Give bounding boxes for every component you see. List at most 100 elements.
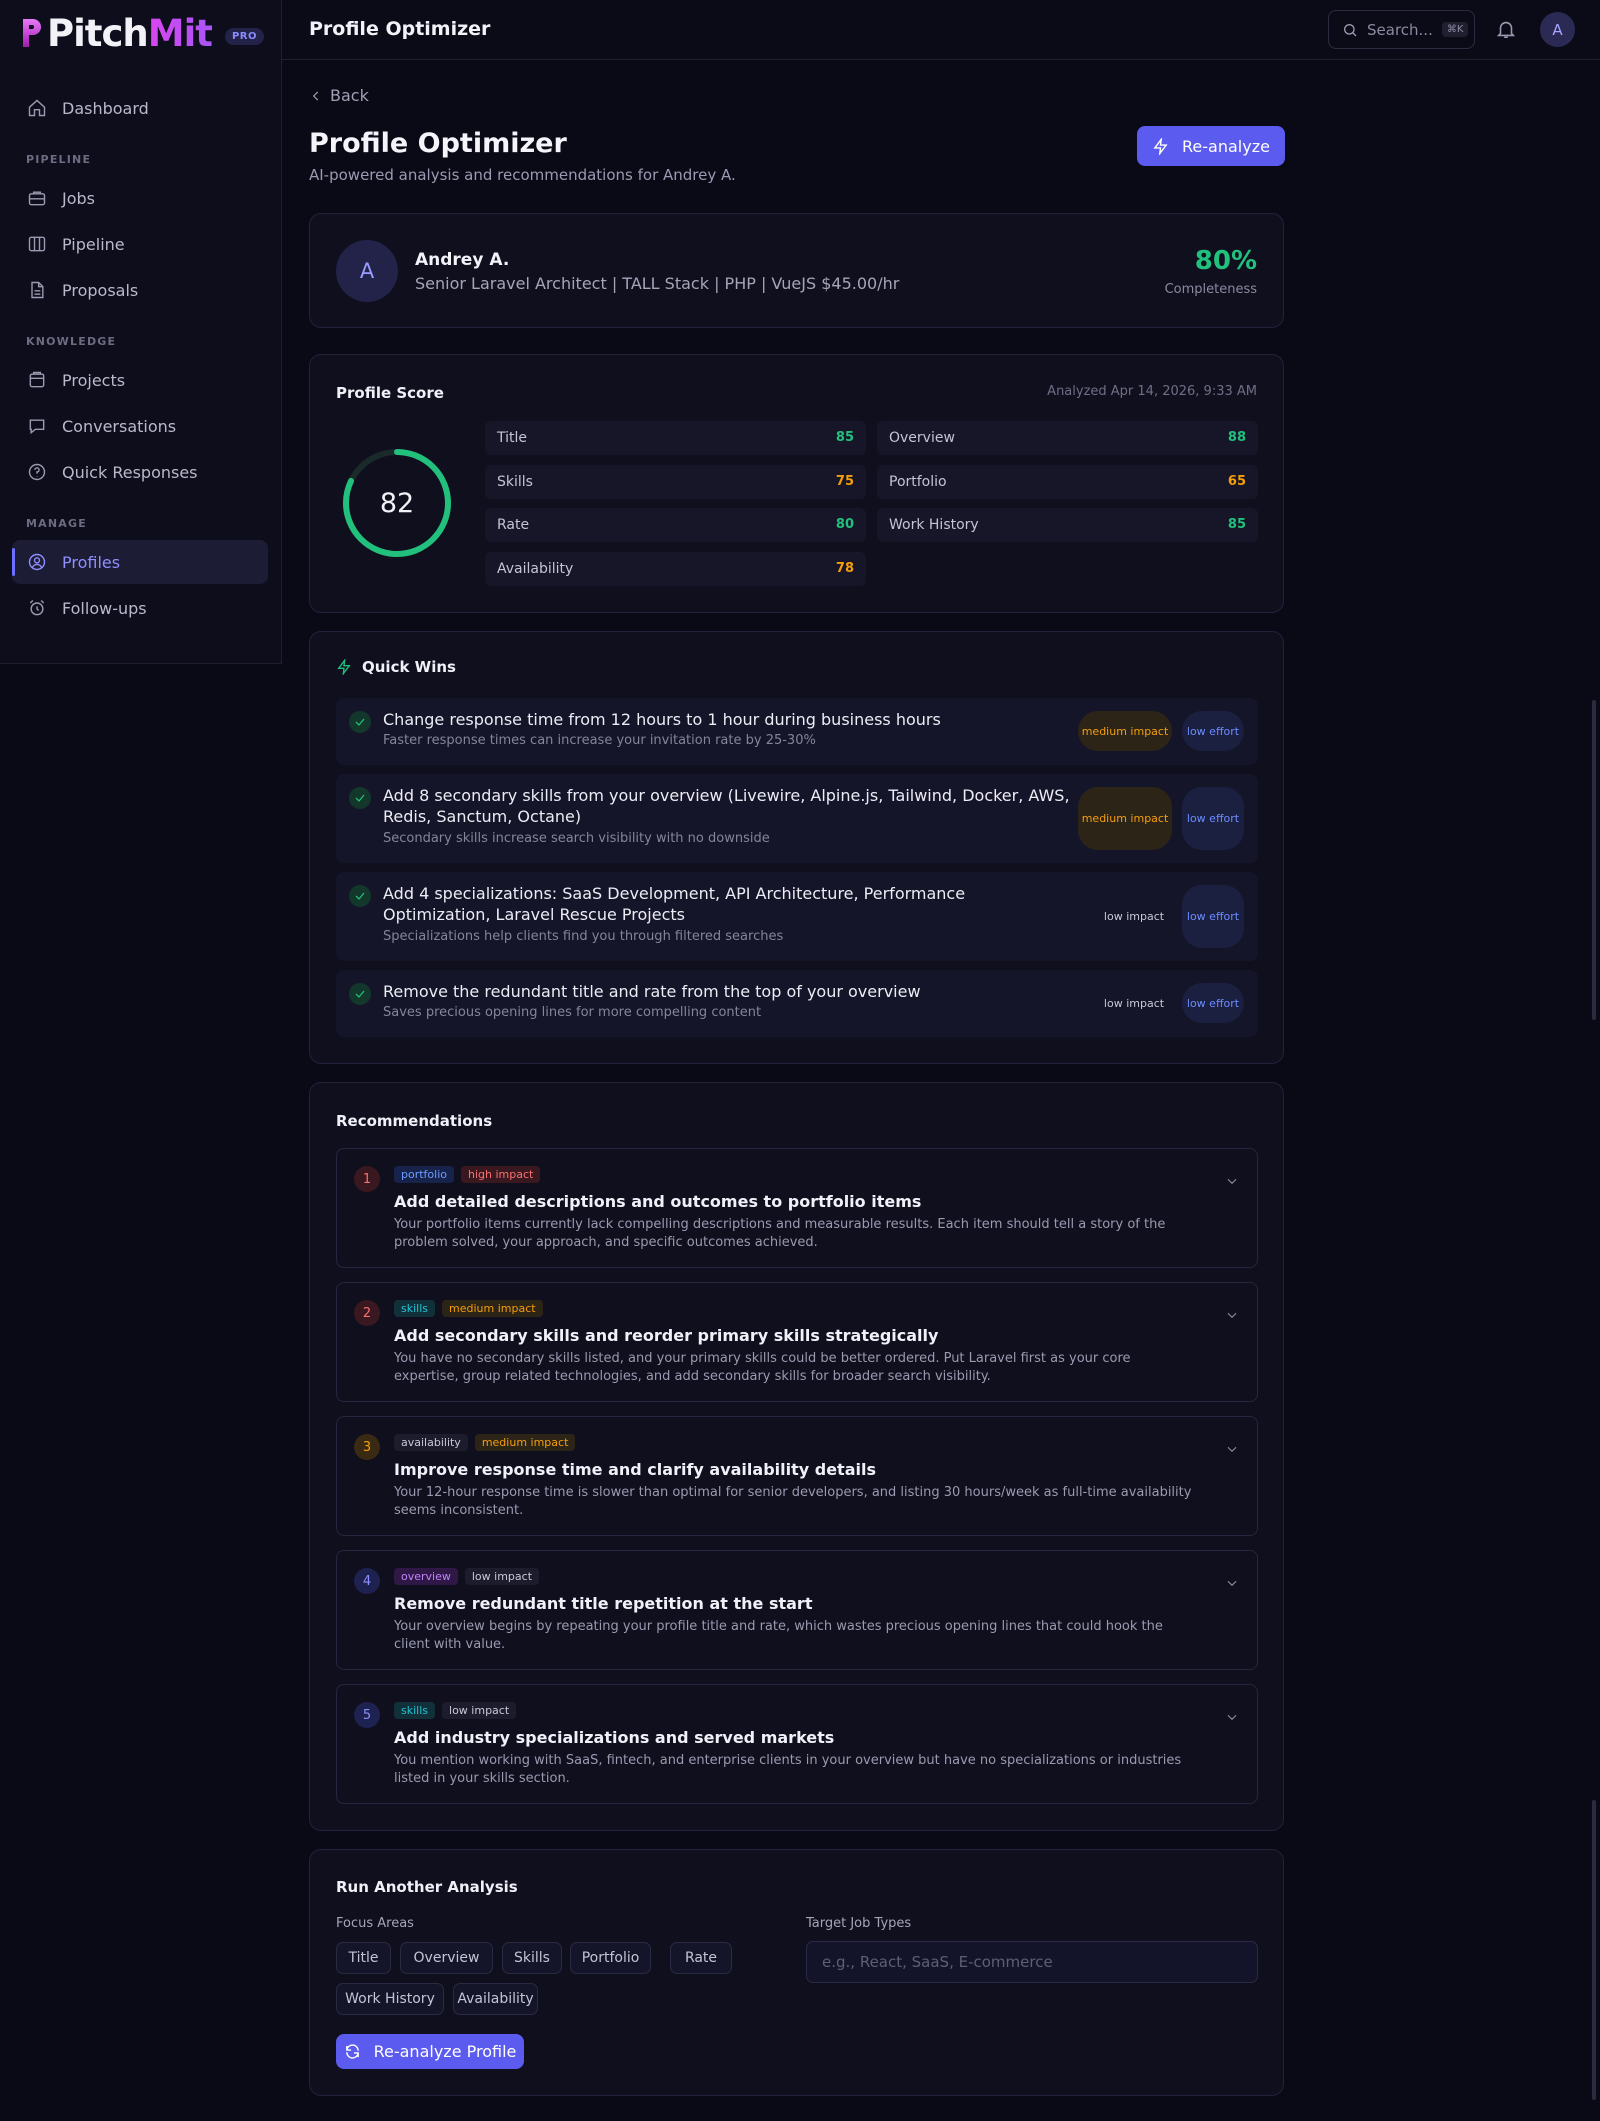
rec-number: 2 (354, 1300, 380, 1326)
brand-logo[interactable]: PitchMit PRO (20, 10, 264, 56)
pro-badge: PRO (224, 27, 264, 45)
briefcase-icon (28, 191, 46, 206)
effort-badge: low effort (1182, 983, 1244, 1023)
recommendation-item[interactable]: 4 overview low impact Remove redundant t… (336, 1550, 1258, 1670)
score-value: 85 (835, 430, 854, 445)
columns-icon (28, 236, 46, 252)
rec-tags: skills medium impact (394, 1300, 543, 1317)
target-job-types-input[interactable] (806, 1941, 1258, 1983)
pitchmit-logo-icon (23, 19, 41, 47)
sidebar-item-pipeline[interactable]: Pipeline (12, 222, 268, 266)
re-analyze-profile-button[interactable]: Re-analyze Profile (336, 2034, 524, 2069)
chevron-down-icon[interactable] (1225, 1308, 1239, 1322)
sidebar-item-quick-responses[interactable]: Quick Responses (12, 450, 268, 494)
focus-chip-overview[interactable]: Overview (400, 1942, 493, 1974)
recommendations-title: Recommendations (336, 1112, 493, 1130)
quick-win-desc: Specializations help clients find you th… (383, 929, 784, 944)
focus-chip-portfolio[interactable]: Portfolio (570, 1942, 651, 1974)
re-analyze-button[interactable]: Re-analyze (1137, 126, 1285, 166)
sidebar-item-profiles[interactable]: Profiles (12, 540, 268, 584)
recommendation-item[interactable]: 2 skills medium impact Add secondary ski… (336, 1282, 1258, 1402)
recommendation-item[interactable]: 1 portfolio high impact Add detailed des… (336, 1148, 1258, 1268)
scrollbar-thumb-lower[interactable] (1592, 1800, 1596, 2100)
effort-badge: low effort (1182, 885, 1244, 948)
recommendation-item[interactable]: 5 skills low impact Add industry special… (336, 1684, 1258, 1804)
page-subtitle: AI-powered analysis and recommendations … (309, 166, 736, 184)
lightning-icon (337, 659, 351, 675)
user-circle-icon (28, 553, 46, 571)
score-row-portfolio: Portfolio 65 (877, 465, 1258, 499)
score-row-overview: Overview 88 (877, 421, 1258, 455)
focus-chip-title[interactable]: Title (336, 1942, 391, 1974)
score-value: 65 (1227, 474, 1246, 489)
sidebar-item-proposals[interactable]: Proposals (12, 268, 268, 312)
profile-card: A Andrey A. Senior Laravel Architect | T… (309, 213, 1284, 328)
home-icon (28, 99, 46, 117)
sidebar-item-follow-ups[interactable]: Follow-ups (12, 586, 268, 630)
search-input[interactable]: Search... ⌘K (1328, 10, 1475, 49)
chevron-down-icon[interactable] (1225, 1710, 1239, 1724)
recommendation-item[interactable]: 3 availability medium impact Improve res… (336, 1416, 1258, 1536)
sidebar: PitchMit PRO Dashboard PIPELINE Jobs Pip… (0, 0, 282, 664)
sidebar-item-dashboard[interactable]: Dashboard (12, 86, 268, 130)
sidebar-item-projects[interactable]: Projects (12, 358, 268, 402)
score-label: Skills (497, 474, 533, 490)
focus-chip-work-history[interactable]: Work History (336, 1983, 444, 2015)
score-row-rate: Rate 80 (485, 508, 866, 542)
alarm-icon (29, 599, 45, 616)
quick-win-item: Add 4 specializations: SaaS Development,… (336, 872, 1258, 961)
user-avatar[interactable]: A (1540, 12, 1575, 47)
score-row-title: Title 85 (485, 421, 866, 455)
scrollbar-thumb[interactable] (1592, 700, 1596, 1020)
chevron-down-icon[interactable] (1225, 1576, 1239, 1590)
impact-tag: medium impact (474, 1434, 576, 1451)
score-value: 88 (1227, 430, 1246, 445)
sidebar-item-label: Quick Responses (62, 462, 198, 482)
impact-tag: high impact (461, 1166, 541, 1183)
back-link[interactable]: Back (309, 86, 369, 105)
quick-win-item: Add 8 secondary skills from your overvie… (336, 774, 1258, 863)
score-value: 85 (1227, 517, 1246, 532)
focus-chip-skills[interactable]: Skills (502, 1942, 562, 1974)
focus-chip-availability[interactable]: Availability (453, 1983, 538, 2015)
sidebar-item-label: Conversations (62, 416, 177, 436)
rec-title: Add industry specializations and served … (394, 1728, 835, 1747)
search-icon (1344, 23, 1357, 36)
chevron-down-icon[interactable] (1225, 1174, 1239, 1188)
rec-desc: Your 12-hour response time is slower tha… (394, 1485, 1192, 1518)
profile-headline: Senior Laravel Architect | TALL Stack | … (415, 274, 900, 293)
page-title: Profile Optimizer (309, 128, 567, 159)
rec-title: Add secondary skills and reorder primary… (394, 1326, 939, 1345)
quick-win-title: Add 4 specializations: SaaS Development,… (383, 884, 966, 924)
bell-icon[interactable] (1495, 18, 1517, 40)
focus-chip-rate[interactable]: Rate (670, 1942, 732, 1974)
rec-tags: portfolio high impact (394, 1166, 541, 1183)
score-label: Availability (497, 561, 574, 577)
category-tag: skills (394, 1300, 436, 1317)
completeness-value: 80% (1194, 246, 1257, 276)
sidebar-item-jobs[interactable]: Jobs (12, 176, 268, 220)
rec-title: Remove redundant title repetition at the… (394, 1594, 813, 1613)
sidebar-item-conversations[interactable]: Conversations (12, 404, 268, 448)
help-circle-icon (28, 463, 46, 481)
impact-badge: low impact (1103, 996, 1165, 1010)
quick-wins-card: Quick Wins Change response time from 12 … (309, 631, 1284, 1064)
score-value: 75 (835, 474, 854, 489)
quick-win-desc: Faster response times can increase your … (383, 733, 816, 748)
quick-win-item: Change response time from 12 hours to 1 … (336, 698, 1258, 765)
rec-desc: You mention working with SaaS, fintech, … (394, 1753, 1182, 1786)
check-icon (349, 787, 371, 809)
completeness-label: Completeness (1164, 282, 1257, 297)
rec-desc: You have no secondary skills listed, and… (394, 1351, 1131, 1384)
chevron-down-icon[interactable] (1225, 1442, 1239, 1456)
category-tag: skills (394, 1702, 436, 1719)
document-icon (31, 281, 44, 299)
effort-badge: low effort (1182, 787, 1244, 850)
analyzed-timestamp: Analyzed Apr 14, 2026, 9:33 AM (1047, 384, 1257, 399)
brand-name: PitchMit (47, 11, 213, 55)
re-analyze-label: Re-analyze (1182, 136, 1270, 156)
impact-tag: low impact (442, 1702, 517, 1719)
focus-areas-label: Focus Areas (336, 1916, 414, 1931)
folder-icon (29, 371, 45, 388)
rec-tags: overview low impact (394, 1568, 540, 1585)
